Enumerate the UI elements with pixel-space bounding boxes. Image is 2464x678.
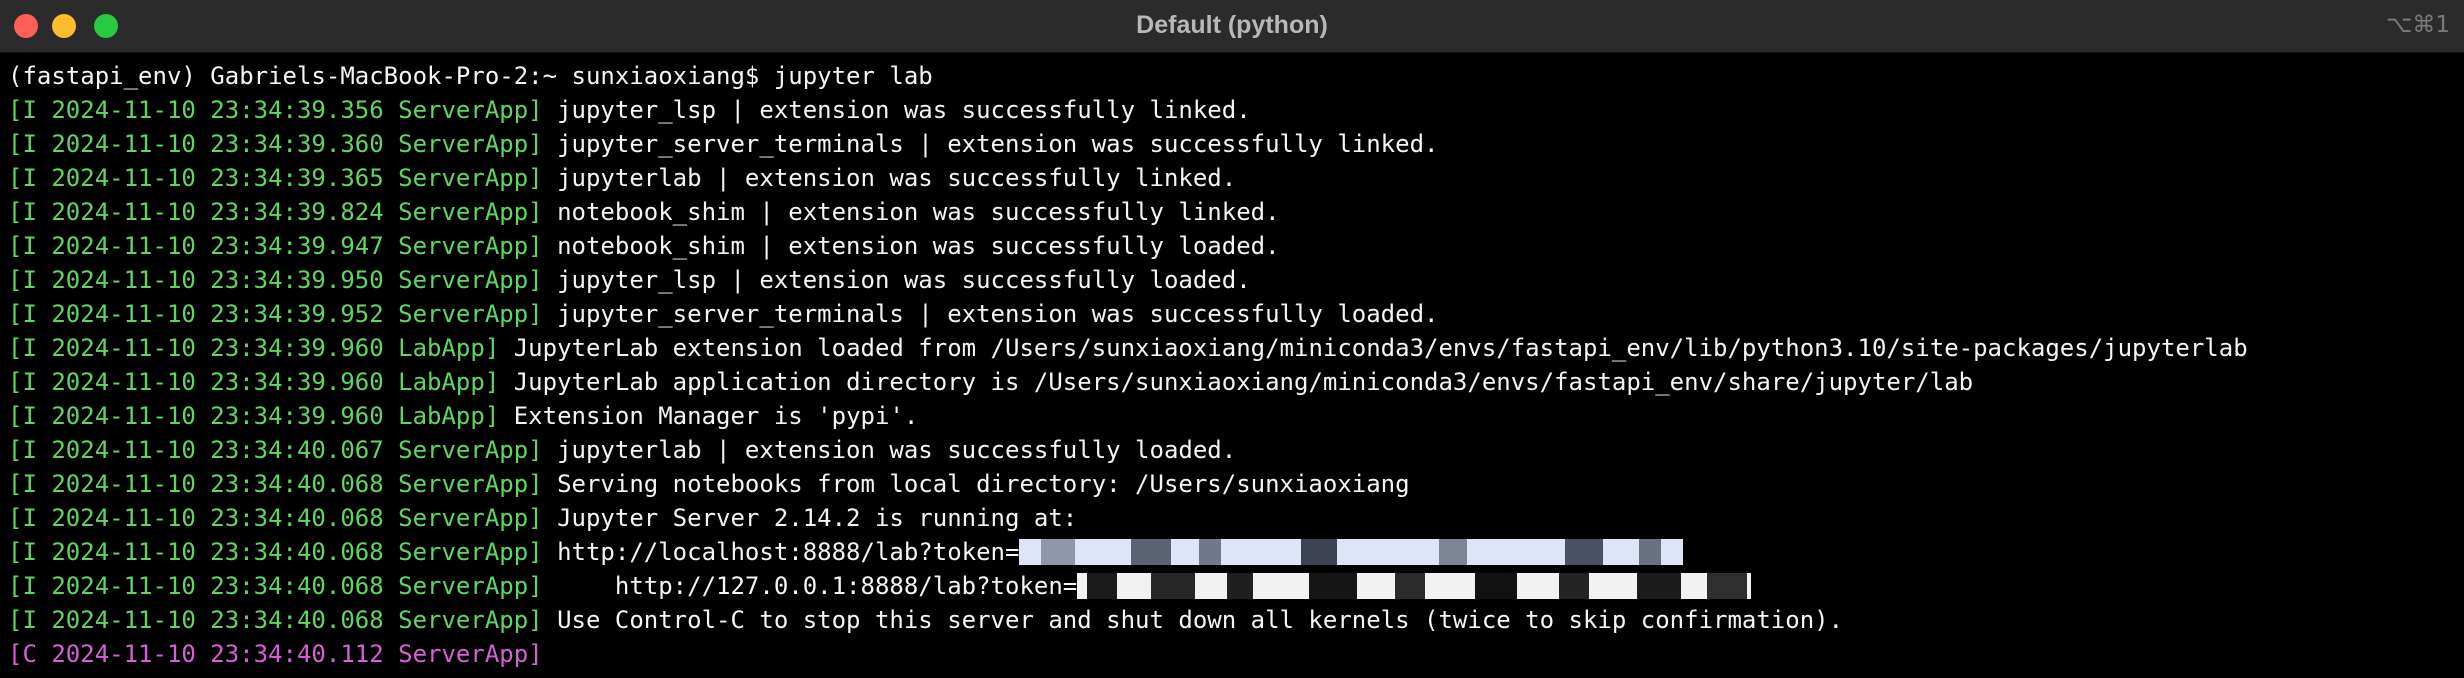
log-message: jupyter_server_terminals | extension was… [542, 300, 1439, 328]
log-message: Use Control-C to stop this server and sh… [542, 606, 1844, 634]
log-tag: [I 2024-11-10 23:34:39.960 LabApp] [8, 402, 500, 430]
log-line: [I 2024-11-10 23:34:40.068 ServerApp] ht… [8, 535, 2456, 569]
log-message: Jupyter Server 2.14.2 is running at: [542, 504, 1078, 532]
log-message: JupyterLab application directory is /Use… [499, 368, 1974, 396]
log-message: Serving notebooks from local directory: … [542, 470, 1410, 498]
log-message: JupyterLab extension loaded from /Users/… [499, 334, 2248, 362]
window-title: Default (python) [1136, 11, 1328, 39]
log-line: [I 2024-11-10 23:34:40.068 ServerApp] Ju… [8, 501, 2456, 535]
log-line: [I 2024-11-10 23:34:39.960 LabApp] Exten… [8, 399, 2456, 433]
log-tag: [I 2024-11-10 23:34:40.067 ServerApp] [8, 436, 543, 464]
log-line: [I 2024-11-10 23:34:39.365 ServerApp] ju… [8, 161, 2456, 195]
log-line: [I 2024-11-10 23:34:40.068 ServerApp] ht… [8, 569, 2456, 603]
log-tag: [C 2024-11-10 23:34:40.112 ServerApp] [8, 640, 543, 668]
log-message: jupyter_server_terminals | extension was… [542, 130, 1439, 158]
log-tag: [I 2024-11-10 23:34:40.068 ServerApp] [8, 538, 543, 566]
log-message: jupyter_lsp | extension was successfully… [542, 266, 1251, 294]
log-tag: [I 2024-11-10 23:34:39.365 ServerApp] [8, 164, 543, 192]
log-tag: [I 2024-11-10 23:34:40.068 ServerApp] [8, 572, 543, 600]
log-line: [I 2024-11-10 23:34:39.950 ServerApp] ju… [8, 263, 2456, 297]
redacted-token [1077, 569, 1752, 603]
log-line: [I 2024-11-10 23:34:39.960 LabApp] Jupyt… [8, 365, 2456, 399]
log-line: [I 2024-11-10 23:34:40.068 ServerApp] Se… [8, 467, 2456, 501]
prompt-line: (fastapi_env) Gabriels-MacBook-Pro-2:~ s… [8, 59, 2456, 93]
server-url-link[interactable]: http://localhost:8888/lab?token= [543, 538, 1019, 566]
log-tag: [I 2024-11-10 23:34:39.360 ServerApp] [8, 130, 543, 158]
log-line: [I 2024-11-10 23:34:39.952 ServerApp] ju… [8, 297, 2456, 331]
terminal-output[interactable]: (fastapi_env) Gabriels-MacBook-Pro-2:~ s… [8, 59, 2456, 671]
log-line: [I 2024-11-10 23:34:39.960 LabApp] Jupyt… [8, 331, 2456, 365]
log-message: jupyterlab | extension was successfully … [542, 164, 1237, 192]
log-message: notebook_shim | extension was successful… [542, 232, 1280, 260]
log-tag: [I 2024-11-10 23:34:39.960 LabApp] [8, 334, 500, 362]
terminal-window: Default (python) ⌥⌘1 (fastapi_env) Gabri… [0, 0, 2464, 678]
log-message: jupyterlab | extension was successfully … [542, 436, 1237, 464]
redacted-token [1019, 535, 1684, 569]
window-shortcut: ⌥⌘1 [2385, 12, 2450, 38]
log-message: notebook_shim | extension was successful… [542, 198, 1280, 226]
log-tag: [I 2024-11-10 23:34:39.950 ServerApp] [8, 266, 543, 294]
log-line: [I 2024-11-10 23:34:39.356 ServerApp] ju… [8, 93, 2456, 127]
log-tag: [I 2024-11-10 23:34:39.356 ServerApp] [8, 96, 543, 124]
log-tag: [I 2024-11-10 23:34:40.068 ServerApp] [8, 504, 543, 532]
log-line: [I 2024-11-10 23:34:39.947 ServerApp] no… [8, 229, 2456, 263]
log-tag: [I 2024-11-10 23:34:40.068 ServerApp] [8, 470, 543, 498]
title-bar[interactable]: Default (python) ⌥⌘1 [0, 0, 2464, 53]
log-tag: [I 2024-11-10 23:34:39.824 ServerApp] [8, 198, 543, 226]
log-line: [I 2024-11-10 23:34:39.360 ServerApp] ju… [8, 127, 2456, 161]
log-line: [I 2024-11-10 23:34:40.068 ServerApp] Us… [8, 603, 2456, 637]
server-url-link[interactable]: http://127.0.0.1:8888/lab?token= [543, 572, 1077, 600]
log-tag: [I 2024-11-10 23:34:39.947 ServerApp] [8, 232, 543, 260]
log-message: jupyter_lsp | extension was successfully… [542, 96, 1251, 124]
log-message: Extension Manager is 'pypi'. [499, 402, 919, 430]
log-tag: [I 2024-11-10 23:34:39.952 ServerApp] [8, 300, 543, 328]
log-line: [I 2024-11-10 23:34:40.067 ServerApp] ju… [8, 433, 2456, 467]
log-tag: [I 2024-11-10 23:34:39.960 LabApp] [8, 368, 500, 396]
shell-prompt: (fastapi_env) Gabriels-MacBook-Pro-2:~ s… [8, 62, 933, 90]
log-line-critical: [C 2024-11-10 23:34:40.112 ServerApp] [8, 637, 2456, 671]
log-line: [I 2024-11-10 23:34:39.824 ServerApp] no… [8, 195, 2456, 229]
log-tag: [I 2024-11-10 23:34:40.068 ServerApp] [8, 606, 543, 634]
